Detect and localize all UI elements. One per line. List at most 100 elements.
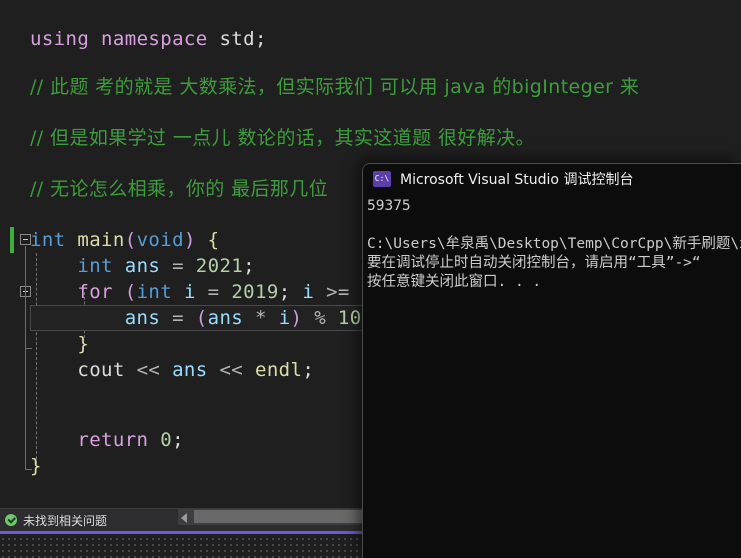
console-output[interactable]: 59375 C:\Users\牟泉禹\Desktop\Temp\CorCpp\新手… bbox=[363, 194, 741, 558]
console-output-line: 59375 bbox=[367, 198, 411, 214]
change-marker bbox=[10, 227, 14, 253]
line-comment-2: // 但是如果学过 一点儿 数论的话，其实这道题 很好解决。 bbox=[30, 125, 535, 151]
code-token: void bbox=[136, 229, 184, 251]
code-token: for bbox=[77, 281, 113, 303]
code-token: } bbox=[30, 455, 42, 477]
code-token: ans bbox=[124, 255, 161, 277]
line-using: using namespace std; bbox=[30, 26, 267, 52]
code-token: 2021 bbox=[195, 255, 244, 277]
console-output-line: 按任意键关闭此窗口. . . bbox=[367, 274, 542, 290]
code-token: ; bbox=[278, 281, 303, 303]
console-icon-label: C:\ bbox=[374, 174, 390, 183]
code-token: = bbox=[172, 255, 184, 277]
code-token: // 无论怎么相乘，你的 最后那几位 bbox=[30, 178, 329, 200]
code-token: 2019 bbox=[231, 281, 279, 303]
editor-gutter[interactable] bbox=[0, 0, 32, 508]
line-ans-mul: ans = (ans * i) % 10 bbox=[30, 305, 362, 331]
code-token: // 此题 考的就是 大数乘法，但实际我们 可以用 java 的bigInteg… bbox=[30, 76, 640, 98]
status-message: 未找到相关问题 bbox=[23, 514, 108, 528]
scroll-left-arrow-icon[interactable] bbox=[181, 513, 187, 523]
code-token: 10 bbox=[337, 307, 362, 329]
code-token: } bbox=[77, 333, 90, 355]
code-token: ; bbox=[243, 255, 255, 277]
code-token: % bbox=[314, 307, 327, 329]
code-token: int bbox=[30, 229, 66, 251]
console-title-bar[interactable]: C:\ Microsoft Visual Studio 调试控制台 bbox=[363, 164, 741, 194]
code-token: ( bbox=[124, 281, 137, 303]
horizontal-scrollbar-thumb[interactable] bbox=[194, 510, 362, 523]
code-token: int bbox=[77, 255, 113, 277]
line-main: int main(void) { bbox=[30, 227, 219, 253]
code-token: return bbox=[77, 429, 149, 451]
console-window-title: Microsoft Visual Studio 调试控制台 bbox=[400, 172, 634, 188]
code-token: << bbox=[219, 359, 244, 381]
debug-console-window[interactable]: C:\ Microsoft Visual Studio 调试控制台 59375 C… bbox=[362, 163, 741, 558]
code-token: = bbox=[172, 307, 184, 329]
code-token: ans bbox=[207, 307, 244, 329]
code-token: endl bbox=[255, 359, 303, 381]
code-token: std bbox=[219, 28, 255, 50]
code-token: ( bbox=[195, 307, 208, 329]
code-token: main bbox=[77, 229, 125, 251]
code-token: >= bbox=[326, 281, 350, 303]
code-token: int bbox=[136, 281, 173, 303]
code-token: i bbox=[183, 281, 196, 303]
line-ans-decl: int ans = 2021; bbox=[30, 253, 255, 279]
line-for: for (int i = 2019; i >= bbox=[30, 279, 350, 305]
code-token: ; bbox=[172, 429, 184, 451]
line-cout: cout << ans << endl; bbox=[30, 357, 314, 383]
code-token: i bbox=[302, 281, 315, 303]
code-token: ( bbox=[124, 229, 137, 251]
code-token: 0 bbox=[160, 429, 173, 451]
code-token: // 但是如果学过 一点儿 数论的话，其实这道题 很好解决。 bbox=[30, 127, 535, 149]
code-token: ; bbox=[254, 28, 267, 50]
code-token: ans bbox=[124, 307, 161, 329]
code-token: using bbox=[30, 28, 90, 50]
fold-range-line bbox=[25, 246, 26, 470]
code-token: ans bbox=[172, 359, 208, 381]
line-comment-3: // 无论怎么相乘，你的 最后那几位 bbox=[30, 176, 328, 202]
code-token: namespace bbox=[101, 28, 208, 50]
line-close-main: } bbox=[30, 453, 42, 479]
code-token: { bbox=[207, 229, 220, 251]
line-comment-1: // 此题 考的就是 大数乘法，但实际我们 可以用 java 的bigInteg… bbox=[30, 74, 639, 100]
code-token: ) bbox=[290, 307, 303, 329]
line-return: return 0; bbox=[30, 427, 184, 453]
check-circle-icon bbox=[5, 514, 17, 526]
code-token: i bbox=[278, 307, 291, 329]
code-token: cout bbox=[77, 359, 125, 381]
code-token: = bbox=[207, 281, 220, 303]
code-token: ; bbox=[302, 359, 315, 381]
code-token: << bbox=[136, 359, 161, 381]
console-output-line: C:\Users\牟泉禹\Desktop\Temp\CorCpp\新手刷题\x6 bbox=[367, 236, 741, 252]
code-token: * bbox=[255, 307, 267, 329]
line-close-for: } bbox=[30, 331, 89, 357]
console-window-icon: C:\ bbox=[373, 171, 391, 187]
